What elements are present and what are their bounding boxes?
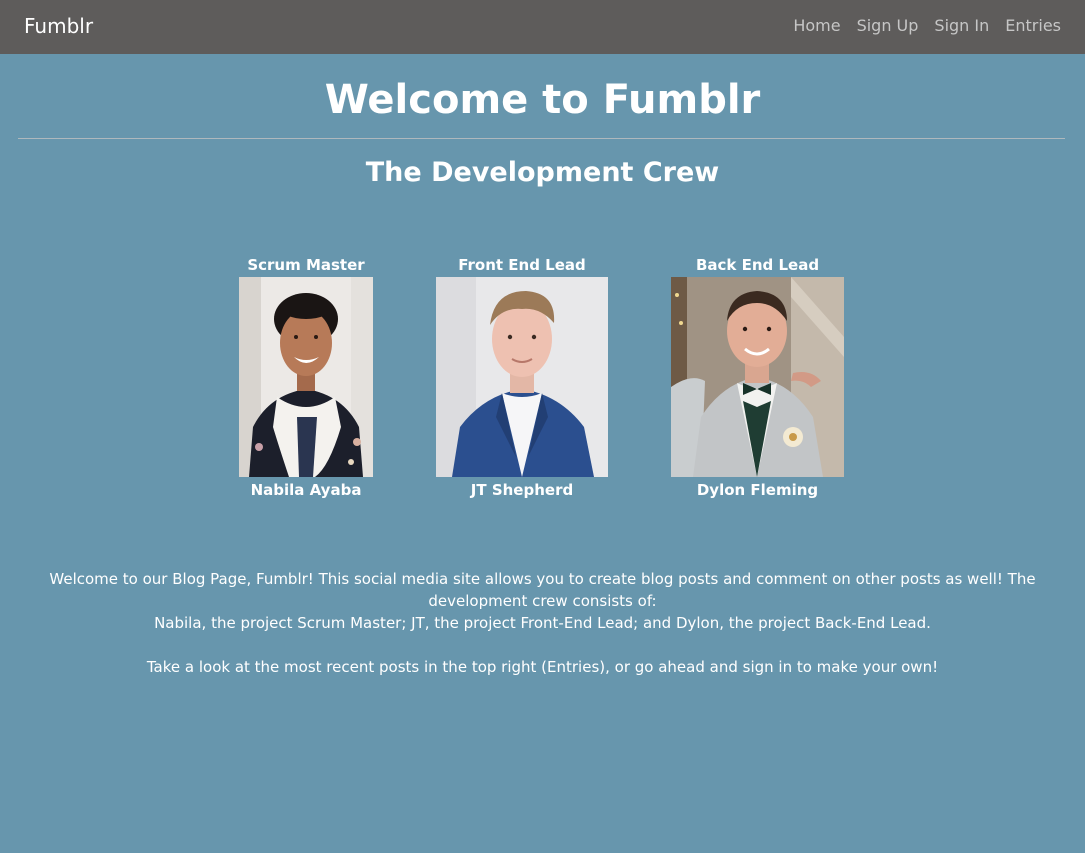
intro-text: Welcome to our Blog Page, Fumblr! This s…	[49, 570, 1036, 610]
nav-link-sign-in[interactable]: Sign In	[934, 16, 989, 35]
member-role: Back End Lead	[695, 256, 820, 274]
member-name: Dylon Fleming	[696, 481, 819, 499]
intro-crew-text: Nabila, the project Scrum Master; JT, th…	[154, 614, 931, 632]
title-divider	[18, 138, 1065, 139]
page-title: Welcome to Fumblr	[324, 77, 761, 123]
member-photo	[436, 277, 608, 477]
crew-heading: The Development Crew	[365, 157, 720, 188]
member-role: Scrum Master	[247, 256, 365, 274]
member-photo	[671, 277, 844, 477]
member-photo	[239, 277, 373, 477]
nav-links: Home Sign Up Sign In Entries	[793, 16, 1061, 35]
member-role: Front End Lead	[458, 256, 586, 274]
nav-link-sign-up[interactable]: Sign Up	[857, 16, 919, 35]
member-name: Nabila Ayaba	[250, 481, 362, 499]
nav-link-entries[interactable]: Entries	[1005, 16, 1061, 35]
intro-paragraph: Welcome to our Blog Page, Fumblr! This s…	[20, 568, 1065, 634]
member-name: JT Shepherd	[470, 481, 574, 499]
nav-link-home[interactable]: Home	[793, 16, 840, 35]
brand-link[interactable]: Fumblr	[24, 14, 93, 38]
top-navbar: Fumblr Home Sign Up Sign In Entries	[0, 0, 1085, 54]
call-to-action-text: Take a look at the most recent posts in …	[146, 658, 939, 676]
